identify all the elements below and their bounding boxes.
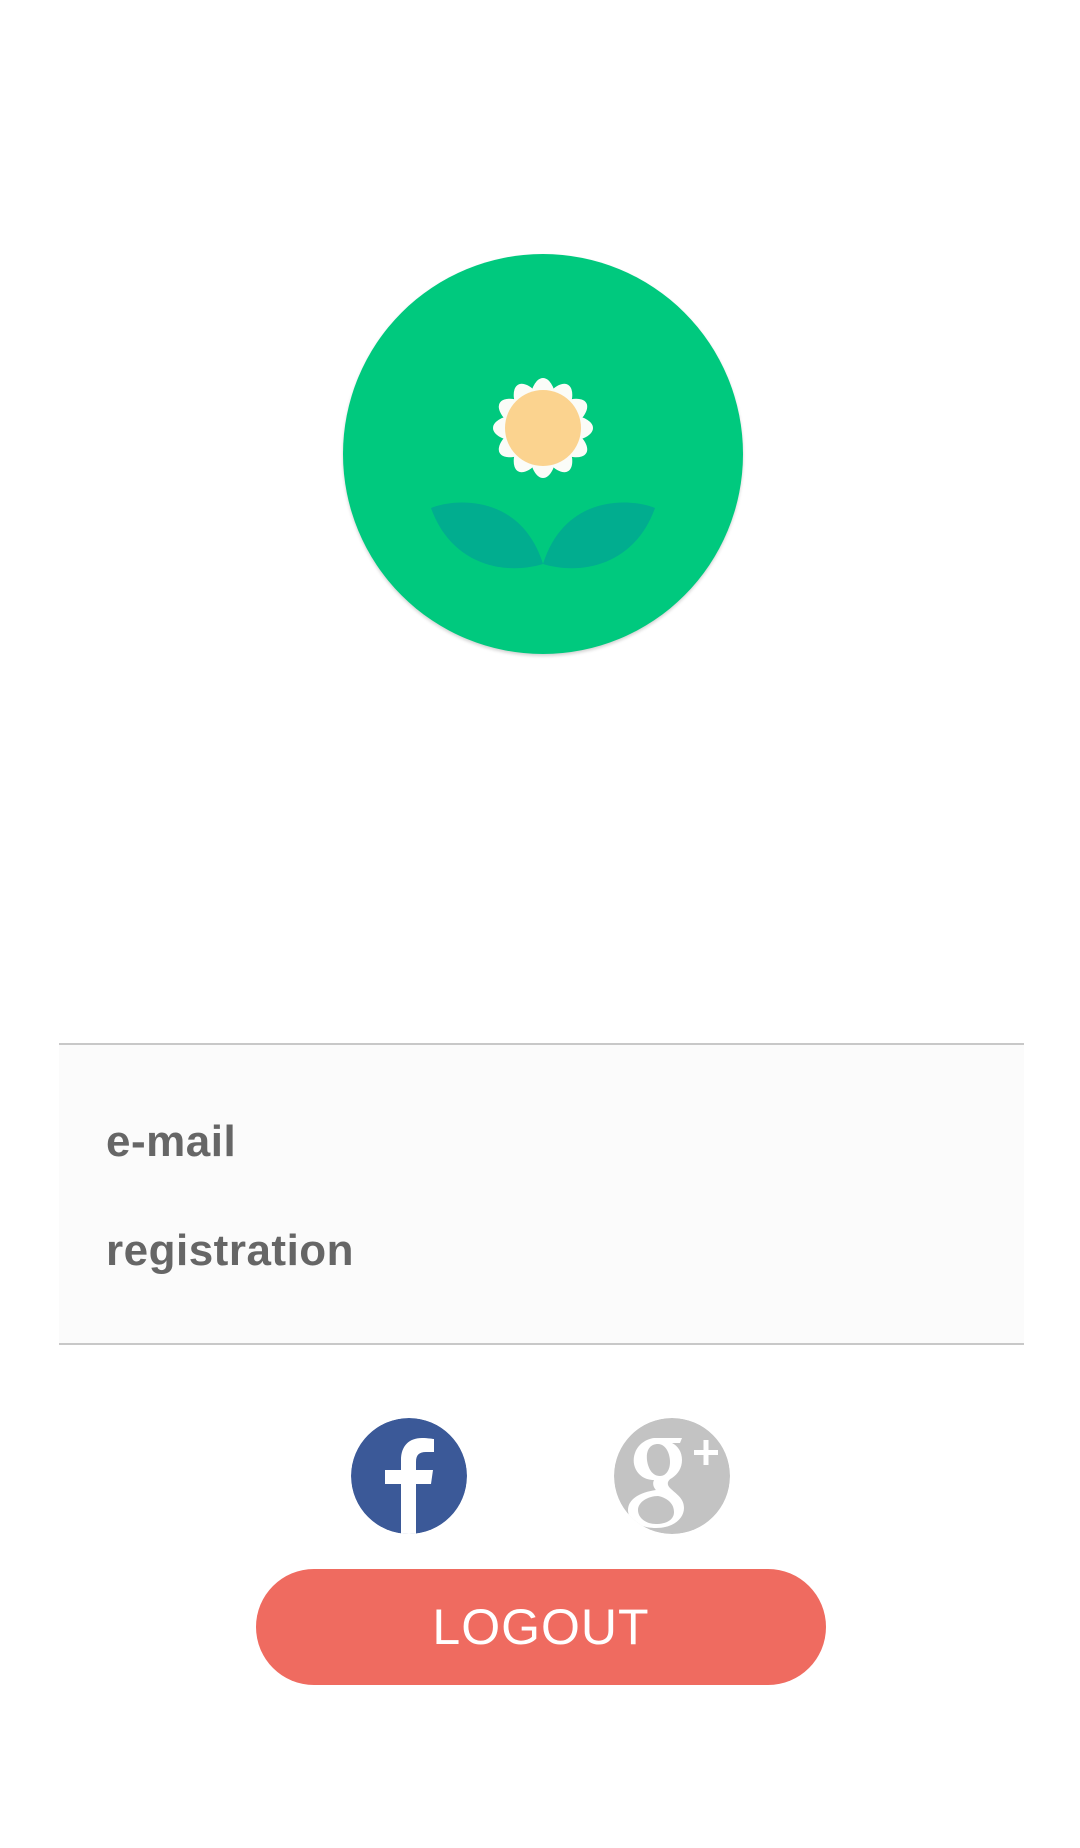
left-leaf	[431, 502, 543, 569]
facebook-button[interactable]	[351, 1418, 467, 1534]
account-info-panel: e-mail registration	[59, 1043, 1024, 1345]
google-plus-icon	[614, 1418, 730, 1534]
email-label: e-mail	[106, 1117, 237, 1166]
daisy-flower-icon	[431, 378, 655, 569]
logout-button[interactable]: LOGOUT	[256, 1569, 826, 1685]
right-leaf	[543, 502, 655, 569]
facebook-icon	[351, 1418, 467, 1534]
google-plus-button[interactable]	[614, 1418, 730, 1534]
app-logo	[343, 254, 743, 654]
flower-center	[505, 390, 581, 466]
registration-label: registration	[106, 1226, 355, 1275]
